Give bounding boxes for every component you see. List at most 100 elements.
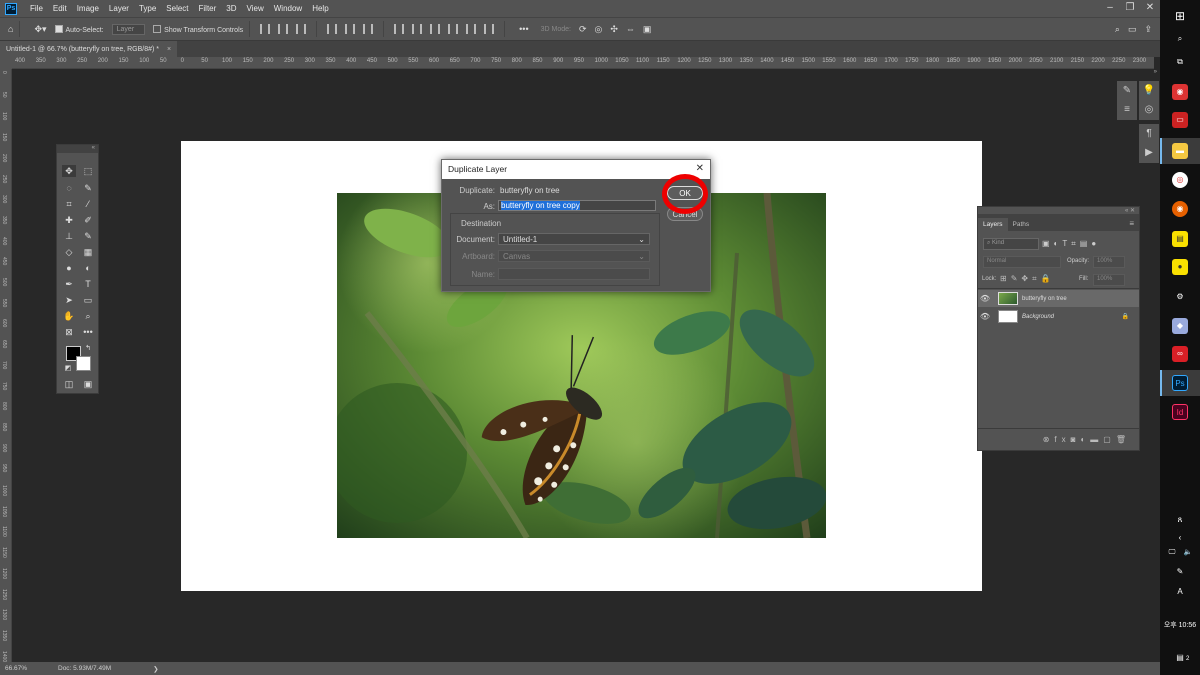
close-icon[interactable]: ✕: [1140, 0, 1160, 17]
distribute-right-icon[interactable]: [484, 24, 495, 34]
lasso-tool-icon[interactable]: ◌: [62, 182, 76, 194]
panel-menu-icon[interactable]: ≡: [1124, 216, 1139, 231]
healing-brush-tool-icon[interactable]: ✚: [62, 214, 76, 226]
menu-layer[interactable]: Layer: [104, 0, 134, 17]
search-icon[interactable]: ⌕: [1172, 31, 1188, 47]
tab-paths[interactable]: Paths: [1008, 218, 1035, 231]
minimize-icon[interactable]: –: [1100, 0, 1120, 17]
menu-3d[interactable]: 3D: [221, 0, 241, 17]
crop-tool-icon[interactable]: ⌗: [62, 198, 76, 210]
network-icon[interactable]: 🖵: [1164, 545, 1180, 561]
document-tab[interactable]: Untitled-1 @ 66.7% (butteryfly on tree, …: [0, 41, 178, 57]
align-bottom-icon[interactable]: [363, 24, 374, 34]
more-options-icon[interactable]: •••: [519, 24, 528, 34]
menu-type[interactable]: Type: [134, 0, 161, 17]
rectangle-tool-icon[interactable]: ▭: [81, 294, 95, 306]
align-top-icon[interactable]: [327, 24, 338, 34]
distribute-left-icon[interactable]: [448, 24, 459, 34]
layer-filter-kind[interactable]: ⌕ Kind: [983, 238, 1039, 250]
menu-filter[interactable]: Filter: [194, 0, 222, 17]
align-right-icon[interactable]: [296, 24, 307, 34]
search-icon[interactable]: ⌕: [1115, 24, 1120, 35]
auto-select-checkbox[interactable]: [54, 25, 63, 33]
input-language[interactable]: A: [1172, 584, 1188, 600]
eyedropper-tool-icon[interactable]: ⁄: [81, 198, 95, 210]
transform-controls-checkbox[interactable]: [153, 25, 162, 33]
workspace-icon[interactable]: ▭: [1128, 24, 1137, 35]
blend-mode-select[interactable]: Normal: [983, 256, 1061, 268]
quick-mask-icon[interactable]: ◫: [62, 378, 76, 390]
marquee-tool-icon[interactable]: ⬚: [81, 165, 95, 177]
learn-icon[interactable]: 💡: [1139, 81, 1159, 101]
visibility-eye-icon[interactable]: 👁: [978, 312, 992, 321]
strip-collapse-icon[interactable]: »: [1114, 69, 1160, 77]
menu-select[interactable]: Select: [161, 0, 193, 17]
libraries-icon[interactable]: ◎: [1139, 100, 1159, 120]
menu-file[interactable]: File: [25, 0, 48, 17]
pen-icon[interactable]: ✎: [1172, 564, 1188, 580]
background-color-swatch[interactable]: [76, 356, 91, 371]
brush-tool-icon[interactable]: ✐: [81, 214, 95, 226]
move-tool-icon[interactable]: ✥▾: [34, 24, 46, 35]
home-icon[interactable]: ⌂: [8, 24, 13, 34]
volume-icon[interactable]: 🔈: [1180, 545, 1196, 561]
align-middle-icon[interactable]: [345, 24, 356, 34]
move-tool-icon[interactable]: ✥: [62, 165, 76, 177]
layer-filter-icons[interactable]: ▣◐T⌗▤●: [1042, 239, 1100, 249]
layers-panel-footer-icons[interactable]: ⊗fx◙◐▬▢🗑: [978, 428, 1139, 450]
tools-panel-header[interactable]: «: [57, 145, 98, 153]
screen-mode-icon[interactable]: ▣: [81, 378, 95, 390]
photoshop-taskbar-icon[interactable]: Ps: [1172, 375, 1188, 391]
default-colors-icon[interactable]: ◩: [61, 363, 75, 375]
app-icon[interactable]: ◆: [1172, 318, 1188, 334]
distribute-bottom-icon[interactable]: [430, 24, 441, 34]
align-left-icon[interactable]: [260, 24, 271, 34]
file-explorer-icon[interactable]: ▬: [1172, 143, 1188, 159]
creative-cloud-icon[interactable]: ∞: [1172, 346, 1188, 362]
maximize-icon[interactable]: ❐: [1120, 0, 1140, 17]
align-center-icon[interactable]: [278, 24, 289, 34]
tab-layers[interactable]: Layers: [978, 218, 1008, 231]
blur-tool-icon[interactable]: ●: [62, 262, 76, 274]
clone-stamp-tool-icon[interactable]: ⊥: [62, 230, 76, 242]
fill-input[interactable]: 100%: [1093, 274, 1125, 286]
swap-colors-icon[interactable]: ↰: [81, 343, 95, 355]
layer-row[interactable]: 👁 Background 🔒: [978, 308, 1139, 325]
zoom-tool-icon[interactable]: ⌕: [81, 310, 95, 322]
document-select[interactable]: Untitled-1 ⌄: [498, 233, 650, 245]
more-tools-icon[interactable]: •••: [81, 326, 95, 338]
play-actions-icon[interactable]: ▶: [1139, 143, 1159, 163]
gradient-tool-icon[interactable]: ▦: [81, 246, 95, 258]
quick-select-tool-icon[interactable]: ✎: [81, 182, 95, 194]
history-brush-tool-icon[interactable]: ✎: [81, 230, 95, 242]
distribute-center-icon[interactable]: [466, 24, 477, 34]
menu-help[interactable]: Help: [307, 0, 333, 17]
paragraph-icon[interactable]: ¶: [1139, 124, 1159, 144]
firefox-icon[interactable]: ◉: [1172, 201, 1188, 217]
settings-gear-icon[interactable]: ⚙: [1172, 289, 1188, 305]
people-icon[interactable]: ጸ: [1172, 512, 1188, 528]
distribute-top-icon[interactable]: [394, 24, 405, 34]
3d-slide-icon[interactable]: ⇔: [626, 24, 635, 34]
layers-panel-collapse-icon[interactable]: « ✕: [1125, 207, 1135, 214]
3d-drag-icon[interactable]: ✣: [610, 24, 618, 35]
lock-icons[interactable]: ⊞✎✥⌗🔒: [1000, 274, 1055, 284]
eraser-tool-icon[interactable]: ◇: [62, 246, 76, 258]
task-view-icon[interactable]: ⧉: [1172, 54, 1188, 70]
hand-tool-icon[interactable]: ✋: [62, 310, 76, 322]
layer-row[interactable]: 👁 butteryfly on tree: [978, 290, 1139, 307]
type-tool-icon[interactable]: T: [81, 278, 95, 290]
menu-image[interactable]: Image: [72, 0, 104, 17]
share-icon[interactable]: ⇪: [1144, 24, 1152, 35]
tab-close-icon[interactable]: ×: [167, 46, 171, 53]
chrome-icon[interactable]: ◎: [1172, 172, 1188, 188]
3d-roll-icon[interactable]: ◎: [595, 24, 603, 35]
app-icon[interactable]: ▭: [1172, 112, 1188, 128]
as-input[interactable]: butteryfly on tree copy: [498, 200, 656, 211]
opacity-input[interactable]: 100%: [1093, 256, 1125, 268]
dodge-tool-icon[interactable]: ◐: [81, 262, 95, 274]
kakaotalk-icon[interactable]: ●: [1172, 259, 1188, 275]
path-selection-tool-icon[interactable]: ➤: [62, 294, 76, 306]
distribute-middle-icon[interactable]: [412, 24, 423, 34]
3d-rotate-icon[interactable]: ⟳: [579, 24, 587, 35]
